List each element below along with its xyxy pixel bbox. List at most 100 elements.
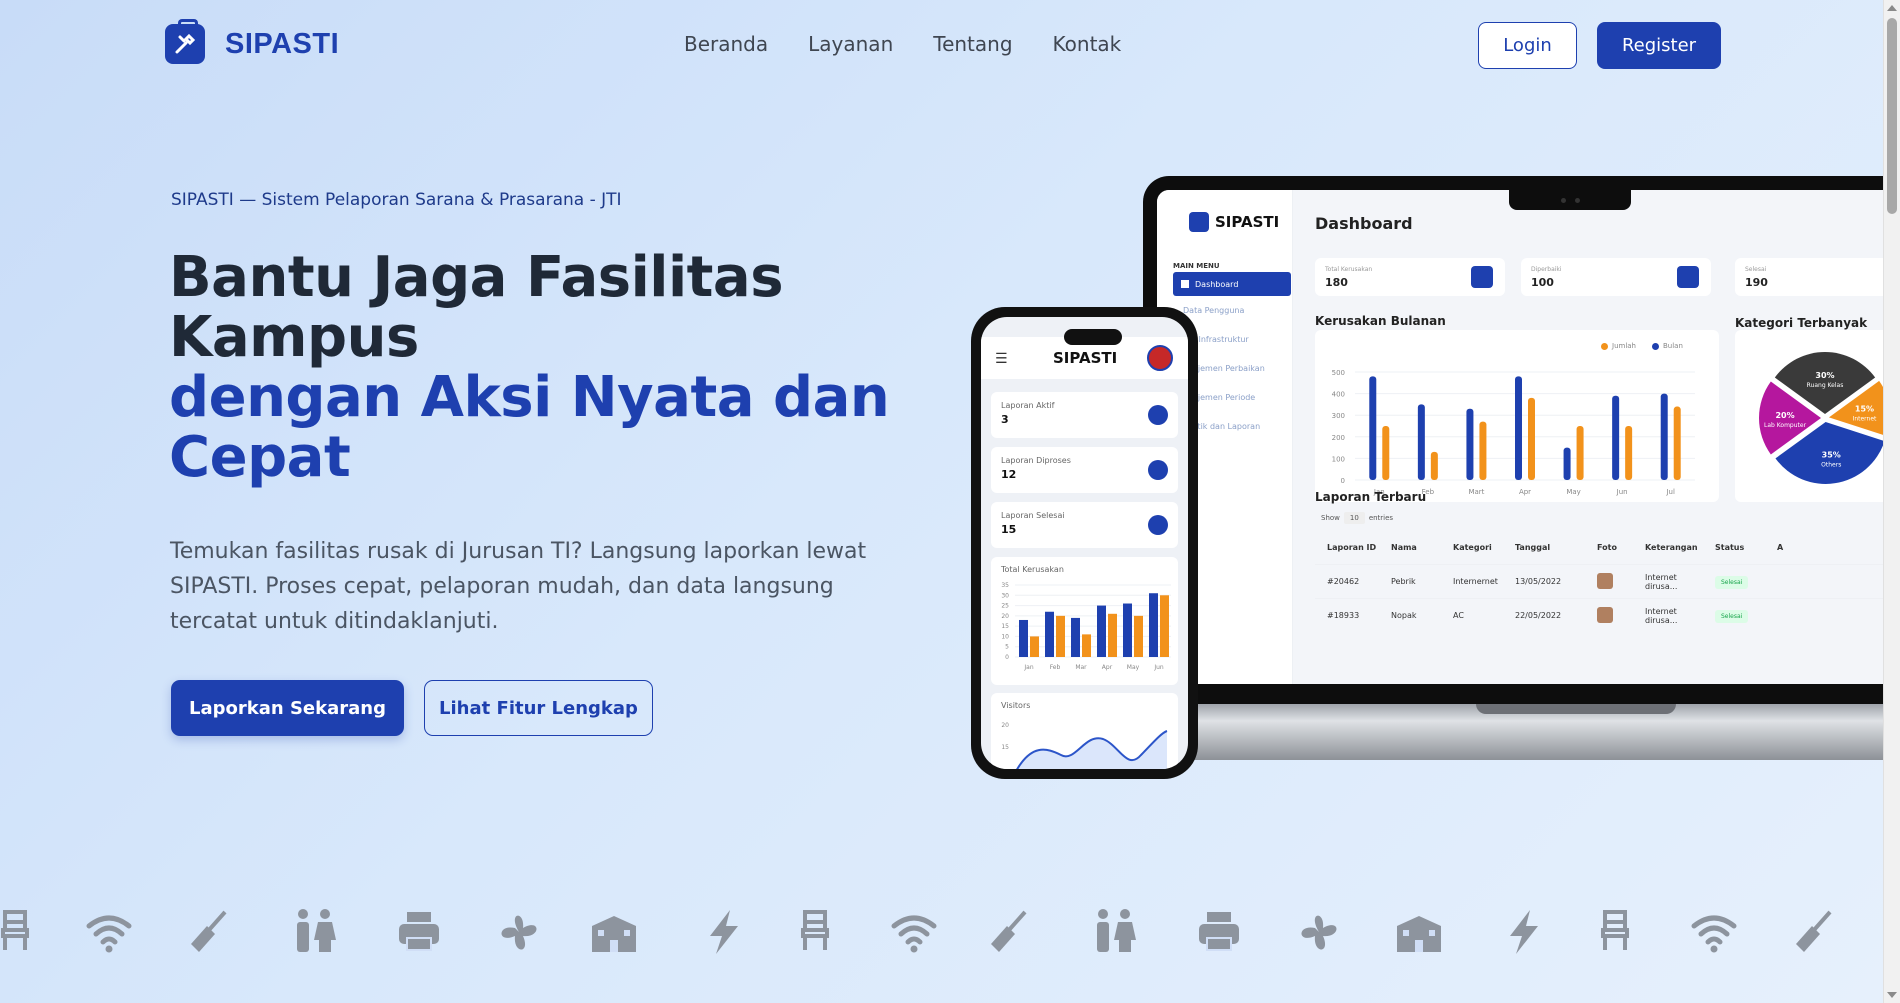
bar-chart-panel: Jumlah Bulan 0 100 200 300 400 500 Jan Feb Mart A…: [1315, 330, 1719, 502]
scroll-up-arrow-icon[interactable]: [1887, 5, 1897, 11]
column-header[interactable]: Keterangan: [1633, 543, 1703, 552]
bar-jumlah: [1430, 451, 1438, 480]
see-features-button[interactable]: Lihat Fitur Lengkap: [424, 680, 653, 736]
stat-card-total: Total Kerusakan 180: [1315, 258, 1505, 296]
hero-title-line4: Cepat: [169, 425, 351, 490]
bar-chart-title: Kerusakan Bulanan: [1315, 314, 1446, 328]
nav-link-beranda[interactable]: Beranda: [684, 32, 768, 56]
hero-title-line2: Kampus: [169, 305, 419, 370]
dynamic-island: [1064, 329, 1122, 345]
hero-eyebrow: SIPASTI — Sistem Pelaporan Sarana & Pras…: [171, 190, 622, 210]
bar-bulan: [1466, 408, 1474, 480]
bar-bulan: [1417, 404, 1425, 480]
legend-bulan: Bulan: [1652, 342, 1683, 350]
scroll-down-arrow-icon[interactable]: [1887, 992, 1897, 998]
y-tick-label: 20: [1001, 722, 1009, 729]
laptop-notch: [1509, 190, 1631, 210]
bar-series-1: [1149, 593, 1158, 657]
y-tick-label: 0: [1005, 654, 1009, 661]
cart-icon: [1148, 405, 1168, 425]
pie-value-label: 30%: [1815, 371, 1834, 380]
brand-icon: [1189, 212, 1209, 232]
report-now-button[interactable]: Laporkan Sekarang: [171, 680, 404, 736]
column-header[interactable]: Nama: [1379, 543, 1441, 552]
avatar: [1147, 345, 1173, 371]
y-tick-label: 500: [1332, 369, 1345, 377]
table-cell: AC: [1453, 611, 1464, 620]
nav-link-kontak[interactable]: Kontak: [1053, 32, 1122, 56]
y-tick-label: 300: [1332, 412, 1345, 420]
y-tick-label: 100: [1332, 455, 1345, 463]
x-tick-label: Jun: [1153, 664, 1164, 671]
bar-series-1: [1097, 605, 1106, 657]
phone-damage-chart-panel: Total Kerusakan 0 5 10 15 20 25 30 35 Jan Feb Mar A…: [991, 557, 1178, 685]
nav-link-layanan[interactable]: Layanan: [808, 32, 893, 56]
bolt-icon: [1510, 910, 1538, 954]
column-header[interactable]: Status: [1703, 543, 1765, 552]
bar-bulan: [1369, 376, 1377, 480]
bar-series-2: [1082, 634, 1091, 657]
laptop-mockup: SIPASTI MAIN MENU Dashboard Data Penggun…: [1143, 176, 1883, 704]
phone-visitors-panel: Visitors 20 15: [991, 693, 1178, 769]
brand-logo[interactable]: SIPASTI: [165, 19, 340, 64]
y-tick-label: 200: [1332, 434, 1345, 442]
facility-icon-strip: [0, 908, 1883, 964]
dashboard-brand: SIPASTI: [1189, 212, 1279, 232]
table-row[interactable]: #20462 Pebrik Internernet 13/05/2022 Interne…: [1315, 564, 1883, 598]
wifi-icon: [86, 915, 132, 953]
column-header[interactable]: Kategori: [1441, 543, 1503, 552]
register-button[interactable]: Register: [1597, 22, 1721, 69]
navbar: SIPASTI Beranda Layanan Tentang Kontak L…: [0, 0, 1883, 90]
nav-link-tentang[interactable]: Tentang: [933, 32, 1012, 56]
stat-card-repaired: Diperbaiki 100: [1521, 258, 1711, 296]
pie-category-label: Internet: [1853, 416, 1877, 423]
phone-card-processing: Laporan Diproses 12: [991, 447, 1178, 493]
chair-icon: [801, 910, 829, 950]
status-badge: Selesai: [1715, 576, 1749, 589]
table-row[interactable]: #18933 Nopak AC 22/05/2022 Internet dirusa..…: [1315, 598, 1883, 632]
entries-select[interactable]: 10: [1343, 512, 1365, 524]
dashboard-title: Dashboard: [1315, 214, 1413, 233]
pie-chart-panel: 30% Ruang Kelas 15% Internet 35% Others 20% Lab…: [1735, 330, 1883, 502]
y-tick-label: 30: [1001, 592, 1009, 599]
cell-status: Selesai: [1703, 576, 1765, 589]
y-tick-label: 15: [1001, 744, 1009, 751]
bar-series-2: [1108, 613, 1117, 657]
broom-icon: [1796, 910, 1832, 952]
column-header[interactable]: Foto: [1585, 543, 1633, 552]
bar-series-2: [1030, 636, 1039, 657]
brand-name: SIPASTI: [225, 27, 340, 60]
bar-series-1: [1071, 617, 1080, 657]
bar-bulan: [1660, 393, 1668, 480]
column-header[interactable]: Laporan ID: [1315, 543, 1379, 552]
sidebar-section-label: MAIN MENU: [1173, 262, 1220, 270]
table-cell: #20462: [1327, 577, 1360, 586]
main-menu: Beranda Layanan Tentang Kontak: [684, 32, 1121, 56]
login-button[interactable]: Login: [1478, 22, 1577, 69]
table-title: Laporan Terbaru: [1315, 490, 1427, 504]
phone-mockup: ☰ SIPASTI Laporan Aktif 3 Laporan Diprose…: [971, 307, 1198, 779]
broom-icon: [991, 910, 1027, 952]
y-tick-label: 25: [1001, 603, 1009, 610]
chart-legend: Jumlah Bulan: [1601, 342, 1683, 350]
wifi-icon: [891, 915, 937, 953]
x-tick-label: Feb: [1050, 664, 1061, 671]
table-cell: Pebrik: [1391, 577, 1416, 586]
hero-title-line3: dengan Aksi Nyata dan: [169, 365, 890, 430]
scroll-thumb[interactable]: [1887, 18, 1897, 214]
entries-control: Show 10 entries: [1321, 512, 1394, 524]
bolt-icon: [710, 910, 738, 954]
stat-card-done: Selesai 190: [1735, 258, 1883, 296]
printer-icon: [1199, 912, 1239, 951]
sidebar-item-infrastructure: ata Infrastruktur: [1183, 335, 1249, 344]
bar-jumlah: [1576, 426, 1584, 480]
page-scrollbar[interactable]: [1883, 0, 1900, 1003]
pie-category-label: Others: [1821, 461, 1841, 468]
cart-icon: [1677, 266, 1699, 288]
column-header[interactable]: A: [1765, 543, 1785, 552]
bar-series-1: [1019, 619, 1028, 657]
bar-bulan: [1612, 395, 1620, 480]
column-header[interactable]: Tanggal: [1503, 543, 1585, 552]
phone-card-active: Laporan Aktif 3: [991, 392, 1178, 438]
x-tick-label: Jul: [1665, 488, 1675, 496]
